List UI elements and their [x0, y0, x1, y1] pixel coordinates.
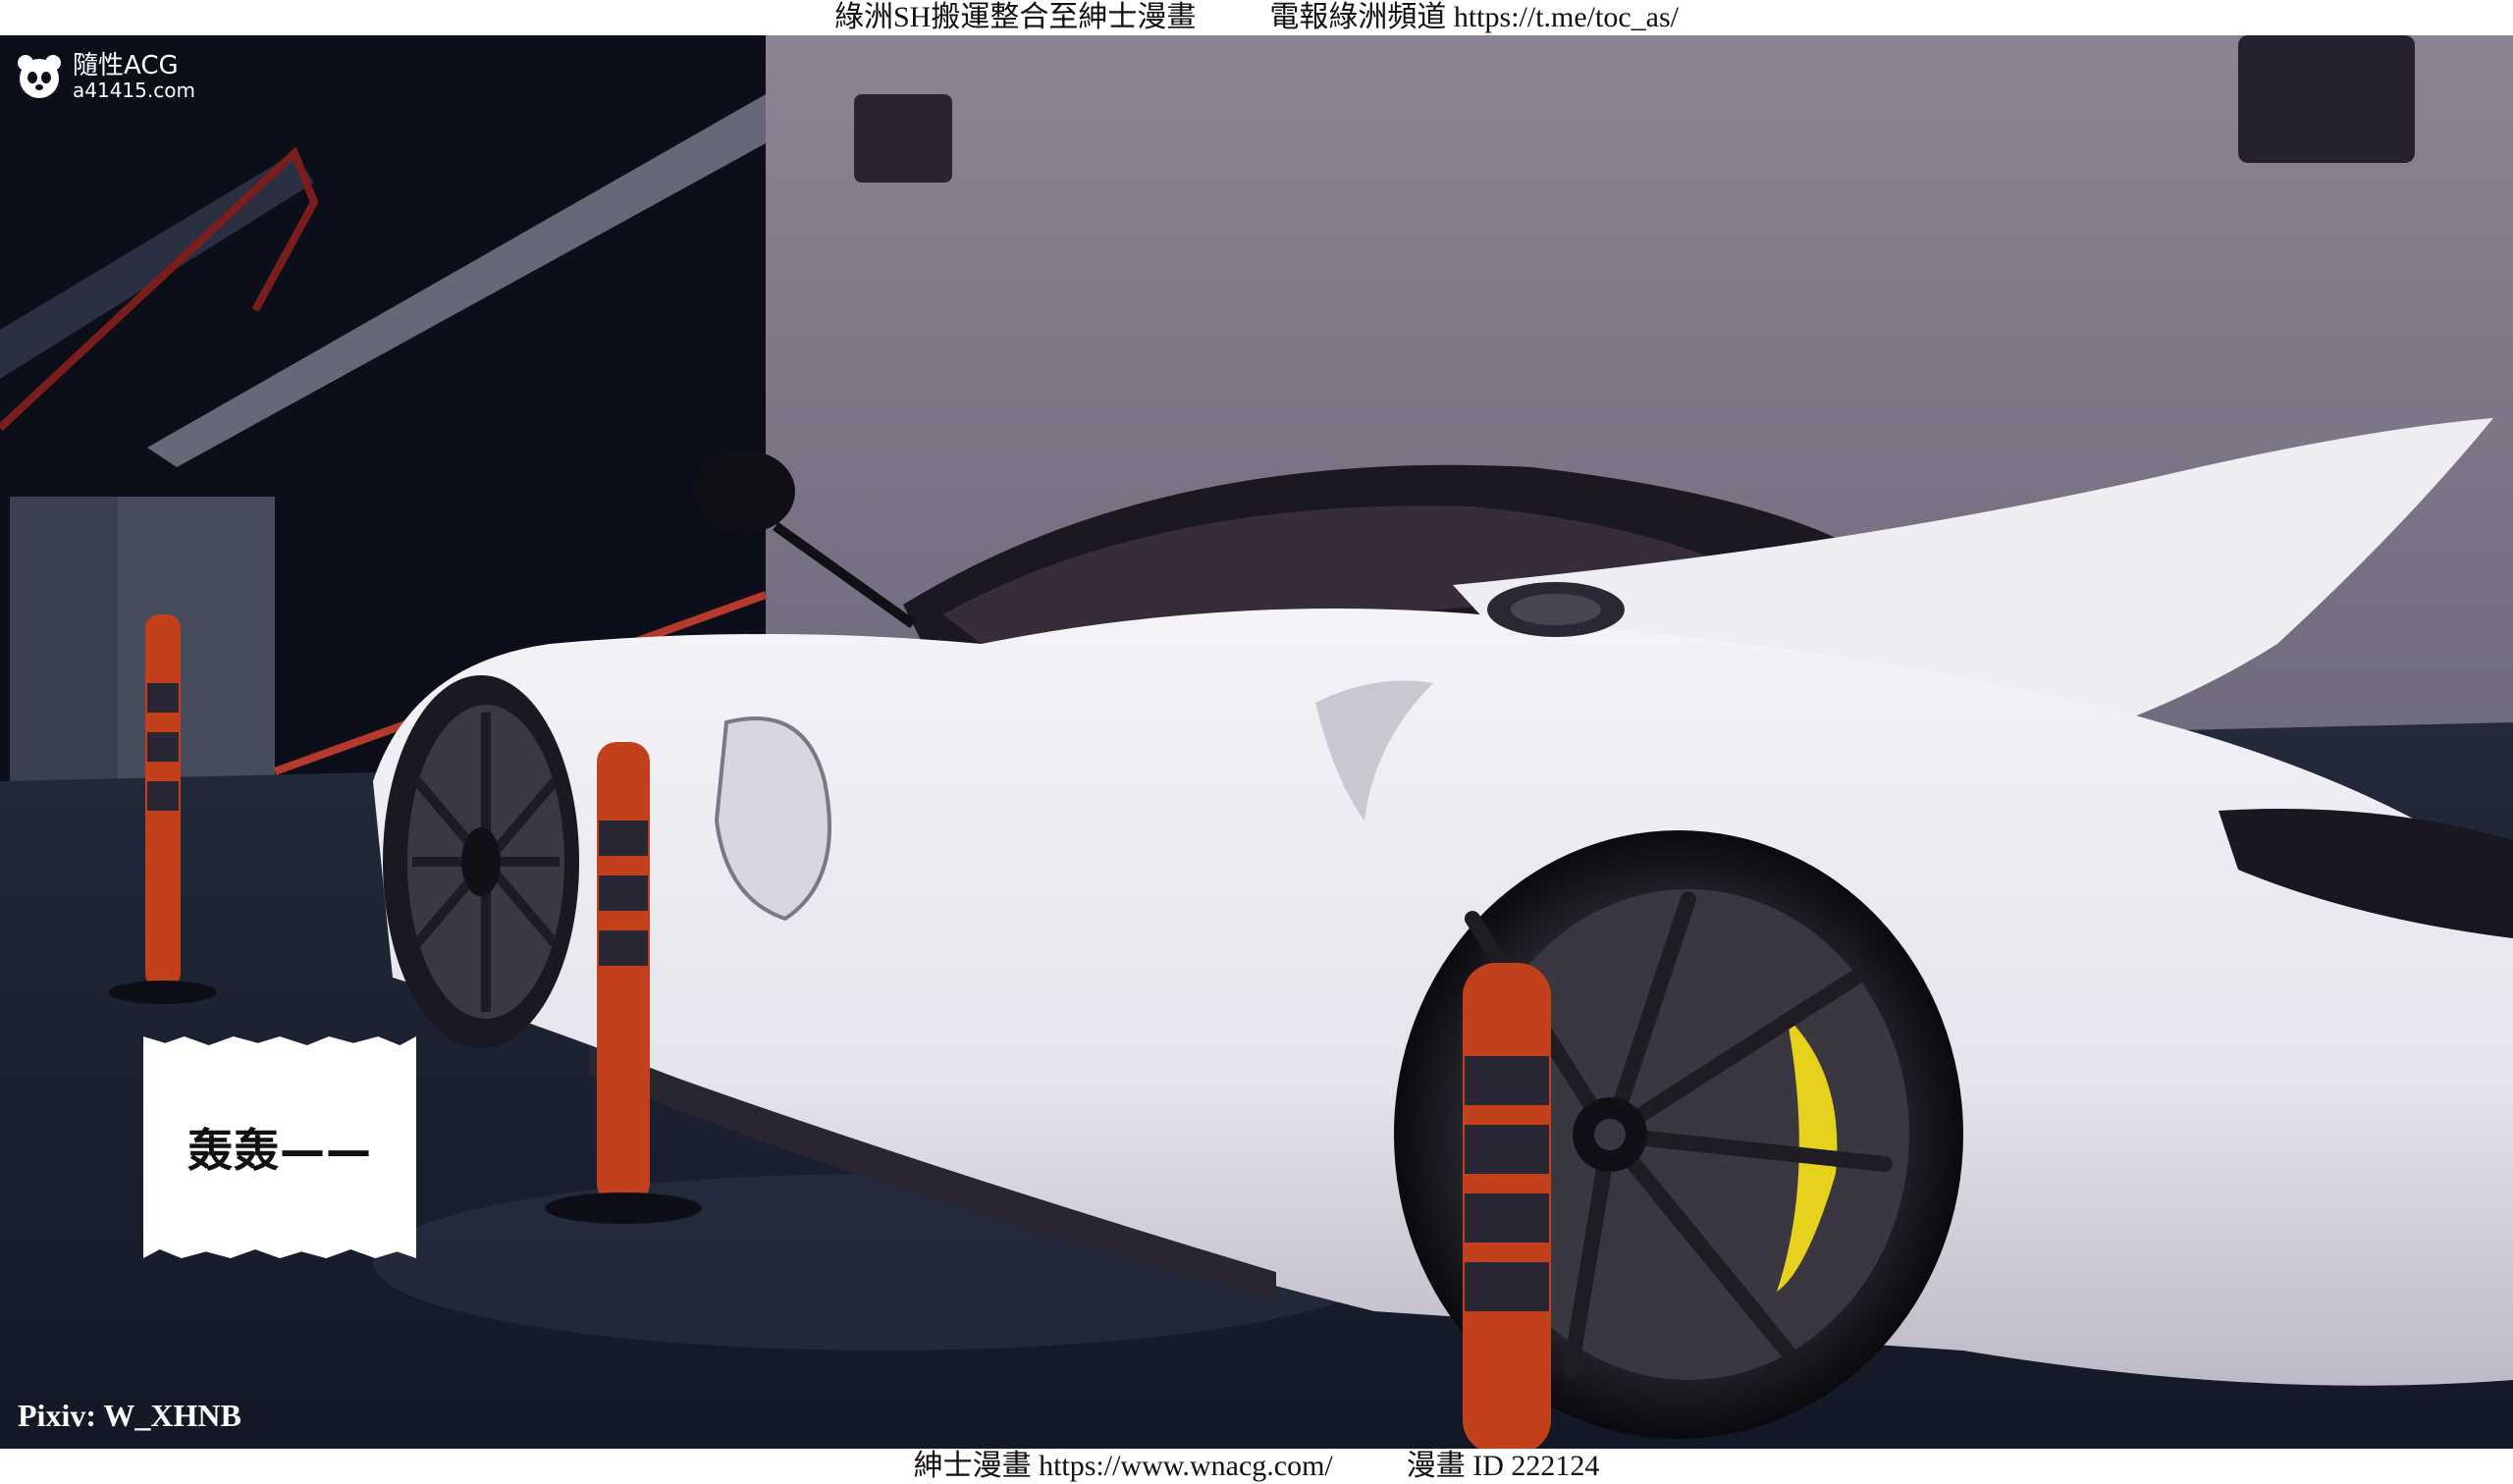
sound-effect-text: 轰轰——: [187, 1124, 372, 1177]
sound-effect-box: 轰轰——: [143, 1036, 416, 1258]
panda-icon: [18, 55, 61, 98]
artist-credit: Pixiv: W_XHNB: [18, 1398, 241, 1433]
watermark-url: a41415.com: [73, 79, 195, 102]
site-watermark: 隨性ACG a41415.com: [14, 49, 195, 104]
watermark-name: 隨性ACG: [73, 51, 179, 80]
bottom-caption: 紳士漫畫 https://www.wnacg.com/ 漫畫 ID 222124: [0, 1449, 2513, 1484]
comic-panel: 轰轰—— Pixiv: W_XHNB: [0, 35, 2513, 1449]
top-caption: 綠洲SH搬運整合至紳士漫畫 電報綠洲頻道 https://t.me/toc_as…: [0, 0, 2513, 35]
